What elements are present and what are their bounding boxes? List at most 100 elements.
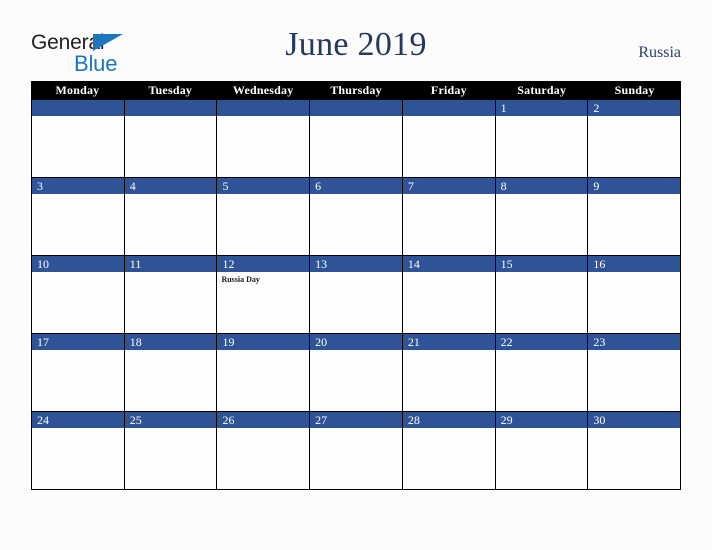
- day-cell-8[interactable]: 8: [495, 178, 589, 255]
- day-body: [403, 194, 495, 255]
- day-cell-25[interactable]: 25: [124, 412, 218, 489]
- weekday-header-saturday: Saturday: [517, 83, 567, 97]
- page-title: June 2019: [285, 26, 427, 63]
- day-number: 30: [593, 413, 606, 427]
- day-number-band: [124, 100, 217, 116]
- day-number-band: [217, 100, 310, 116]
- day-cell-1[interactable]: 1: [495, 100, 589, 177]
- day-cell-22[interactable]: 22: [495, 334, 589, 411]
- day-cell-4[interactable]: 4: [124, 178, 218, 255]
- day-body: [310, 116, 402, 177]
- day-number: 14: [407, 257, 420, 271]
- day-cell-20[interactable]: 20: [310, 334, 403, 411]
- day-number: 8: [500, 179, 507, 193]
- day-cell-13[interactable]: 13: [310, 256, 403, 333]
- day-number: 27: [315, 413, 328, 427]
- day-number-band: 4: [124, 178, 217, 194]
- day-cell-9[interactable]: 9: [588, 178, 682, 255]
- day-cell-26[interactable]: 26: [217, 412, 311, 489]
- holiday-label: Russia Day: [221, 275, 260, 284]
- day-number: 18: [129, 335, 142, 349]
- day-number-band: 19: [217, 334, 310, 350]
- day-number: 12: [222, 257, 235, 271]
- day-number: 10: [37, 257, 49, 271]
- day-number: 25: [129, 413, 142, 427]
- day-body: [403, 428, 495, 489]
- day-number-band: 5: [217, 178, 310, 194]
- day-cell-27[interactable]: 27: [310, 412, 403, 489]
- day-body: [125, 350, 217, 411]
- day-number: 4: [129, 179, 136, 193]
- day-body: [125, 194, 217, 255]
- day-number: 23: [593, 335, 606, 349]
- day-cell-empty: [402, 100, 496, 177]
- day-cell-6[interactable]: 6: [310, 178, 403, 255]
- day-number: 19: [222, 335, 235, 349]
- day-body: [496, 350, 588, 411]
- day-cell-17[interactable]: 17: [31, 334, 125, 411]
- day-cell-29[interactable]: 29: [495, 412, 589, 489]
- day-cell-empty: [124, 100, 218, 177]
- day-number-band: 8: [495, 178, 588, 194]
- day-number: 22: [500, 335, 513, 349]
- day-body: [32, 428, 124, 489]
- day-cell-14[interactable]: 14: [402, 256, 496, 333]
- day-cell-2[interactable]: 2: [588, 100, 682, 177]
- day-cell-21[interactable]: 21: [402, 334, 496, 411]
- day-cell-7[interactable]: 7: [402, 178, 496, 255]
- weekday-header-row: Monday Tuesday Wednesday Thursday Friday Satu…: [31, 81, 681, 100]
- day-body: [310, 272, 402, 333]
- day-cell-23[interactable]: 23: [588, 334, 682, 411]
- day-cell-30[interactable]: 30: [588, 412, 682, 489]
- day-number-band: 20: [310, 334, 402, 350]
- day-number-band: 30: [588, 412, 681, 428]
- day-number: 26: [222, 413, 235, 427]
- day-number-band: 6: [310, 178, 402, 194]
- day-number: 21: [407, 335, 420, 349]
- day-cell-16[interactable]: 16: [588, 256, 682, 333]
- day-body: [403, 272, 495, 333]
- day-cell-19[interactable]: 19: [217, 334, 311, 411]
- day-number-band: 10: [32, 256, 124, 272]
- day-number-band: 28: [402, 412, 495, 428]
- day-body: [217, 116, 309, 177]
- day-body: [217, 350, 309, 411]
- day-cell-15[interactable]: 15: [495, 256, 589, 333]
- day-cell-11[interactable]: 11: [124, 256, 218, 333]
- day-body: [32, 116, 124, 177]
- day-cell-5[interactable]: 5: [217, 178, 311, 255]
- day-cell-12[interactable]: 12 Russia Day: [217, 256, 311, 333]
- day-body: [588, 272, 680, 333]
- day-cell-3[interactable]: 3: [31, 178, 125, 255]
- day-cell-empty: [310, 100, 403, 177]
- calendar-week-row: 12: [31, 100, 682, 178]
- day-number: 2: [593, 101, 600, 115]
- day-number: 17: [37, 335, 49, 349]
- day-body: [403, 116, 495, 177]
- calendar-weeks: 1 2 3 4 5 6 7 8 9 10 11 12 Russia Day 13 14 15 16 17 18 19 2…: [31, 100, 682, 490]
- day-number-band: 1: [495, 100, 588, 116]
- weekday-header-sunday: Sunday: [614, 83, 655, 97]
- weekday-header-tuesday: Tuesday: [148, 83, 193, 97]
- day-number-band: 14: [402, 256, 495, 272]
- day-body: [310, 428, 402, 489]
- day-body: [496, 116, 588, 177]
- day-number-band: 13: [310, 256, 402, 272]
- day-number-band: 11: [124, 256, 217, 272]
- day-number-band: 25: [124, 412, 217, 428]
- day-cell-24[interactable]: 24: [31, 412, 125, 489]
- weekday-header-monday: Monday: [55, 83, 100, 97]
- day-cell-10[interactable]: 10: [31, 256, 125, 333]
- day-cell-28[interactable]: 28: [402, 412, 496, 489]
- day-number-band: 7: [402, 178, 495, 194]
- day-number-band: 27: [310, 412, 402, 428]
- day-number-band: 24: [32, 412, 124, 428]
- day-body: [310, 194, 402, 255]
- day-number-band: 17: [32, 334, 124, 350]
- day-body: [588, 428, 680, 489]
- day-cell-18[interactable]: 18: [124, 334, 218, 411]
- day-number: 20: [315, 335, 328, 349]
- day-number-band: 9: [588, 178, 681, 194]
- weekday-header-thursday: Thursday: [330, 83, 382, 97]
- day-number: 15: [500, 257, 513, 271]
